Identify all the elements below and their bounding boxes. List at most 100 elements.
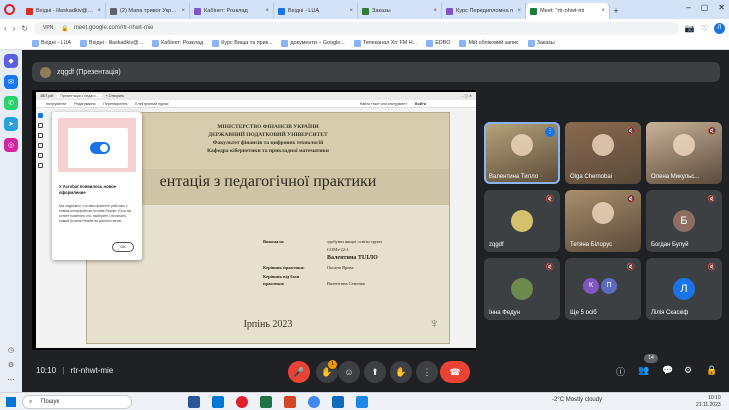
raise-hand-button[interactable]: ✋ (390, 361, 412, 383)
profile-avatar[interactable]: Л (714, 22, 725, 34)
browser-tab[interactable]: Кабінет: Розклад × (190, 3, 274, 19)
close-icon[interactable]: ✕ (718, 3, 725, 12)
tab-close-icon[interactable]: × (181, 8, 185, 14)
participant-tile[interactable]: 🔇 Олена Микульс... (646, 122, 722, 184)
stamp-tool-icon[interactable] (38, 163, 43, 168)
toggle-switch[interactable] (90, 142, 110, 154)
popup-ok-button[interactable]: ОК (112, 242, 134, 252)
info-icon[interactable]: ⓘ (616, 365, 625, 378)
emoji-button[interactable]: ☺ (338, 361, 360, 383)
opera-taskbar-icon[interactable] (236, 396, 248, 408)
bookmark-item[interactable]: Мій обліковий запис (459, 39, 519, 47)
mic-off-icon: 🔇 (626, 264, 636, 271)
tab-close-icon[interactable]: × (349, 8, 353, 14)
vpn-badge[interactable]: VPN (40, 25, 57, 31)
participant-tile[interactable]: Л 🔇 Лілія Скаскіф (646, 258, 722, 320)
windows-start-icon[interactable] (6, 397, 16, 407)
participant-tile[interactable]: Б 🔇 Богдан Булуй (646, 190, 722, 252)
whatsapp-icon[interactable]: ✆ (4, 96, 18, 110)
signin-button[interactable]: Войти (415, 102, 426, 106)
telegram-icon[interactable]: ➤ (4, 117, 18, 131)
reload-icon[interactable]: ↻ (21, 24, 28, 33)
word-icon[interactable] (188, 396, 200, 408)
select-tool-icon[interactable] (38, 113, 43, 118)
present-button[interactable]: ⬆ (364, 361, 386, 383)
minimize-icon[interactable]: – (686, 3, 690, 12)
url-box[interactable]: VPN 🔒 meet.google.com/rtr-nhwt-mie (34, 21, 679, 35)
menu-edit[interactable]: Редагування (74, 102, 95, 106)
bookmark-item[interactable]: EDBO (426, 39, 450, 47)
participant-tile[interactable]: 🔇 Тетяна Білорус (565, 190, 641, 252)
host-controls-icon[interactable]: 🔒 (706, 365, 717, 376)
tab-close-icon[interactable]: × (97, 8, 101, 14)
browser-tab[interactable]: Вхідні - LUA × (274, 3, 358, 19)
leave-call-button[interactable]: ☎ (440, 361, 470, 383)
settings-icon[interactable]: ⚙ (8, 361, 14, 369)
participant-tile[interactable]: К П 🔇 Ще 5 осіб (565, 258, 641, 320)
people-icon[interactable]: 👥 (638, 365, 649, 376)
tabs: Вхідні - lilaskadkiv@gma × (2) Мапа тривог… (22, 3, 610, 19)
menu-convert[interactable]: Перетворення (103, 102, 127, 106)
weather[interactable]: -2°C Mostly cloudy (552, 397, 602, 403)
new-tab-button[interactable]: + (610, 3, 622, 19)
participant-tile[interactable]: ⋮ Валентина Тилло (484, 122, 560, 184)
powerpoint-icon[interactable] (284, 396, 296, 408)
history-icon[interactable]: ◷ (8, 346, 14, 354)
menu-sign[interactable]: Електронний підпис (135, 102, 168, 106)
bookmark-item[interactable]: Заказы (527, 39, 555, 47)
maximize-icon[interactable]: ▢ (701, 3, 709, 12)
participant-tile[interactable]: 🔇 Інна Федун (484, 258, 560, 320)
bookmark-item[interactable]: Вхідні - lilaskadkiv@... (80, 39, 143, 47)
back-icon[interactable]: ‹ (4, 24, 7, 33)
bookmark-item[interactable]: Вхідні - LUA (32, 39, 71, 47)
more-icon[interactable]: ⋯ (8, 376, 15, 384)
clock[interactable]: 10:10 21.11.2023 (696, 395, 721, 409)
telegram-taskbar-icon[interactable] (356, 396, 368, 408)
highlight-tool-icon[interactable] (38, 143, 43, 148)
bookmark-item[interactable]: Телеканал Хіт FM Н... (353, 39, 417, 47)
comment-tool-icon[interactable] (38, 123, 43, 128)
instagram-icon[interactable]: ◎ (4, 138, 18, 152)
aria-icon[interactable]: ◆ (4, 54, 18, 68)
tab-close-icon[interactable]: × (433, 8, 437, 14)
browser-tab[interactable]: (2) Мапа тривог України × (106, 3, 190, 19)
browser-tab[interactable]: Заказы × (358, 3, 442, 19)
acrobat-tab-3[interactable]: + Створить (106, 94, 125, 98)
tab-close-icon[interactable]: × (265, 8, 269, 14)
participant-name: Лілія Скаскіф (651, 310, 689, 316)
chat-icon[interactable]: 💬 (662, 365, 673, 376)
url-text[interactable]: meet.google.com/rtr-nhwt-mie (74, 25, 154, 31)
bookmark-item[interactable]: Кабінет: Розклад (152, 39, 203, 47)
messenger-icon[interactable]: ✉ (4, 75, 18, 89)
excel-icon[interactable] (260, 396, 272, 408)
acrobat-win-controls[interactable]: – ▢ ✕ (462, 94, 472, 98)
browser-tab[interactable]: Курс Передипломна п × (442, 3, 526, 19)
more-options-button[interactable]: ⋮ (416, 361, 438, 383)
participant-tile[interactable]: 🔇 zqgdf (484, 190, 560, 252)
bookmark-star-icon[interactable]: ♡ (701, 24, 708, 33)
bookmark-item[interactable]: документи – Google... (281, 39, 345, 47)
forward-icon[interactable]: › (13, 24, 16, 33)
pen-tool-icon[interactable] (38, 133, 43, 138)
text-tool-icon[interactable] (38, 153, 43, 158)
explorer-icon[interactable] (212, 396, 224, 408)
edge-icon[interactable] (332, 396, 344, 408)
participant-tile[interactable]: 🔇 Olga Chernobai (565, 122, 641, 184)
camera-icon[interactable]: 📷 (685, 24, 695, 33)
activities-icon[interactable]: ⚙ (684, 365, 692, 376)
tab-close-icon[interactable]: × (601, 8, 605, 14)
mic-off-button[interactable]: 🎤 (288, 361, 310, 383)
acrobat-tab-1[interactable]: 3BIT.pdf (40, 94, 53, 98)
acrobat-search[interactable]: Найти текст или инструмент (360, 102, 407, 106)
tab-close-icon[interactable]: × (517, 8, 521, 14)
opera-logo[interactable] (4, 4, 15, 15)
bookmark-favicon-icon (32, 39, 39, 47)
browser-tab[interactable]: Meet: "rtr-nhwt-mi × (526, 3, 610, 19)
bookmark-item[interactable]: Курс Вища та прик... (212, 39, 272, 47)
chrome-icon[interactable] (308, 396, 320, 408)
browser-tab[interactable]: Вхідні - lilaskadkiv@gma × (22, 3, 106, 19)
acrobat-tab-2[interactable]: Презентація з педаго... (57, 94, 102, 98)
participant-name: zqgdf (489, 242, 504, 248)
menu-tools[interactable]: Інструменти (46, 102, 66, 106)
taskbar-search[interactable]: ⌕ Пошук (22, 395, 132, 409)
